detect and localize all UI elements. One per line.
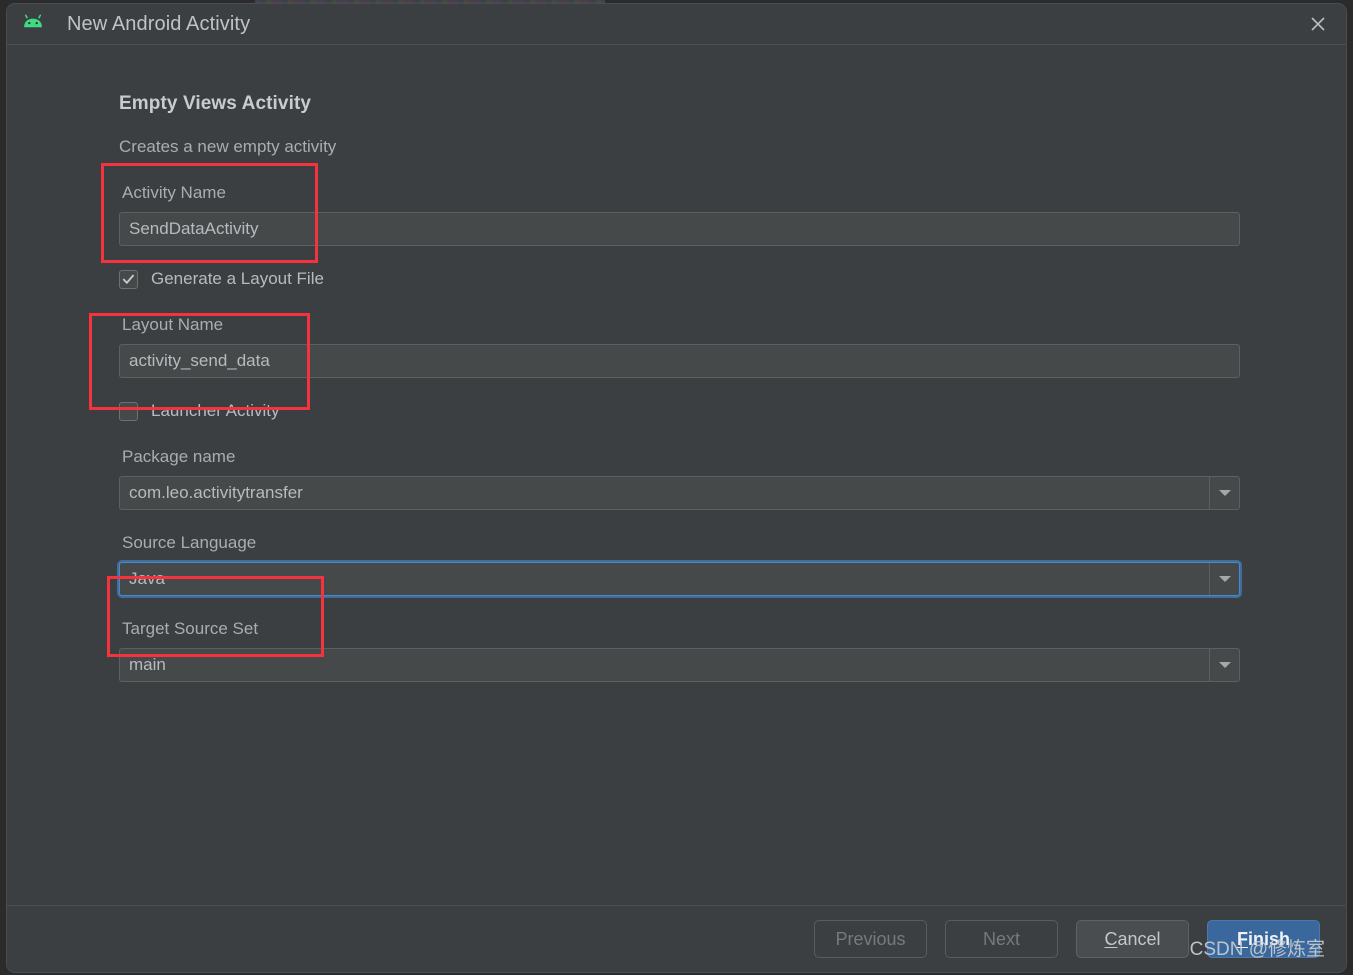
target-source-set-value: main [129, 655, 166, 674]
package-name-label: Package name [122, 447, 236, 466]
finish-button[interactable]: Finish [1207, 920, 1320, 958]
check-icon [122, 274, 134, 284]
launcher-activity-checkbox-row[interactable]: Launcher Activity [119, 401, 1240, 421]
field-target-source-set: Target Source Set main [119, 619, 1240, 682]
new-android-activity-dialog: New Android Activity Empty Views Activit… [6, 3, 1347, 973]
field-source-language: Source Language Java [119, 533, 1240, 596]
field-layout-name: Layout Name activity_send_data [119, 315, 1240, 378]
page-title: Empty Views Activity [119, 93, 312, 114]
launcher-activity-label: Launcher Activity [151, 401, 280, 420]
finish-label-rest: inish [1247, 928, 1290, 949]
layout-name-label: Layout Name [122, 315, 224, 334]
activity-name-input[interactable]: SendDataActivity [119, 212, 1240, 246]
source-language-value: Java [129, 569, 165, 588]
generate-layout-checkbox-row[interactable]: Generate a Layout File [119, 269, 1240, 289]
generate-layout-checkbox[interactable] [119, 269, 138, 289]
android-robot-icon [21, 12, 45, 36]
package-name-combobox[interactable]: com.leo.activitytransfer [119, 476, 1240, 510]
dialog-content: Empty Views Activity Creates a new empty… [7, 45, 1346, 905]
chevron-down-icon[interactable] [1209, 477, 1239, 509]
cancel-button[interactable]: Cancel [1076, 920, 1189, 958]
page-description: Creates a new empty activity [119, 137, 337, 156]
finish-mnemonic: F [1236, 928, 1248, 949]
source-language-label: Source Language [122, 533, 257, 552]
field-activity-name: Activity Name SendDataActivity [119, 183, 1240, 246]
dialog-footer: Previous Next Cancel Finish [7, 905, 1346, 972]
dialog-titlebar: New Android Activity [7, 4, 1346, 45]
launcher-activity-checkbox[interactable] [119, 401, 138, 421]
activity-name-label: Activity Name [122, 183, 226, 202]
package-name-value: com.leo.activitytransfer [129, 483, 303, 502]
generate-layout-label: Generate a Layout File [151, 269, 324, 288]
chevron-down-icon[interactable] [1209, 563, 1239, 595]
field-package-name: Package name com.leo.activitytransfer [119, 447, 1240, 510]
target-source-set-label: Target Source Set [122, 619, 259, 638]
layout-name-input[interactable]: activity_send_data [119, 344, 1240, 378]
cancel-label-rest: ancel [1117, 928, 1161, 949]
target-source-set-combobox[interactable]: main [119, 648, 1240, 682]
source-language-combobox[interactable]: Java [119, 562, 1240, 596]
close-icon[interactable] [1290, 4, 1346, 44]
dialog-title: New Android Activity [67, 12, 251, 35]
next-button[interactable]: Next [945, 920, 1058, 958]
previous-button[interactable]: Previous [814, 920, 927, 958]
cancel-mnemonic: C [1104, 928, 1118, 949]
chevron-down-icon[interactable] [1209, 649, 1239, 681]
